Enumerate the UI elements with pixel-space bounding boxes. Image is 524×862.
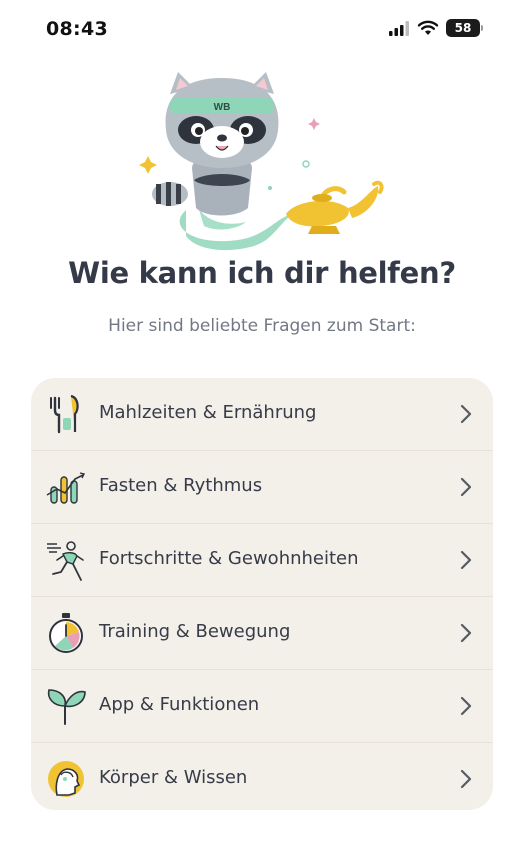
topic-row-training[interactable]: Training & Bewegung: [31, 597, 493, 670]
magic-lamp-icon: [286, 180, 384, 234]
wifi-icon: [417, 20, 439, 35]
page-title: Wie kann ich dir helfen?: [68, 256, 456, 290]
bar-rhythm-icon: [46, 472, 86, 504]
topic-label: Körper & Wissen: [99, 767, 248, 788]
status-icons: 58: [388, 19, 483, 37]
topic-row-fasten[interactable]: Fasten & Rythmus: [31, 451, 493, 524]
topic-label: Fasten & Rythmus: [99, 475, 263, 496]
topics-list: Mahlzeiten & Ernährung Fasten & Rythmus …: [31, 378, 493, 810]
chevron-right-icon: [460, 404, 472, 424]
cutlery-icon: [50, 394, 79, 434]
topic-row-app[interactable]: App & Funktionen: [31, 670, 493, 743]
topic-row-mahlzeiten[interactable]: Mahlzeiten & Ernährung: [31, 378, 493, 451]
topic-label: Training & Bewegung: [99, 621, 291, 642]
topic-label: App & Funktionen: [99, 694, 260, 715]
topic-label: Fortschritte & Gewohnheiten: [99, 548, 359, 569]
stopwatch-icon: [49, 613, 83, 653]
head-knowledge-icon: [48, 761, 84, 797]
chevron-right-icon: [460, 477, 472, 497]
topic-row-koerper[interactable]: Körper & Wissen: [31, 743, 493, 810]
status-time: 08:43: [46, 18, 108, 40]
cellular-signal-icon: [389, 21, 409, 36]
chevron-right-icon: [460, 769, 472, 789]
battery-icon: 58: [446, 19, 483, 37]
raccoon-mascot-icon: WB: [139, 72, 384, 251]
chevron-right-icon: [460, 550, 472, 570]
topic-label: Mahlzeiten & Ernährung: [99, 402, 317, 423]
page-subtitle: Hier sind beliebte Fragen zum Start:: [108, 316, 416, 336]
sprout-icon: [47, 689, 86, 725]
topic-row-fortschritte[interactable]: Fortschritte & Gewohnheiten: [31, 524, 493, 597]
runner-icon: [47, 541, 84, 581]
chevron-right-icon: [460, 623, 472, 643]
headband-text: WB: [214, 102, 231, 113]
status-bar: 08:43 58: [0, 0, 524, 60]
battery-level: 58: [454, 21, 472, 35]
chevron-right-icon: [460, 696, 472, 716]
